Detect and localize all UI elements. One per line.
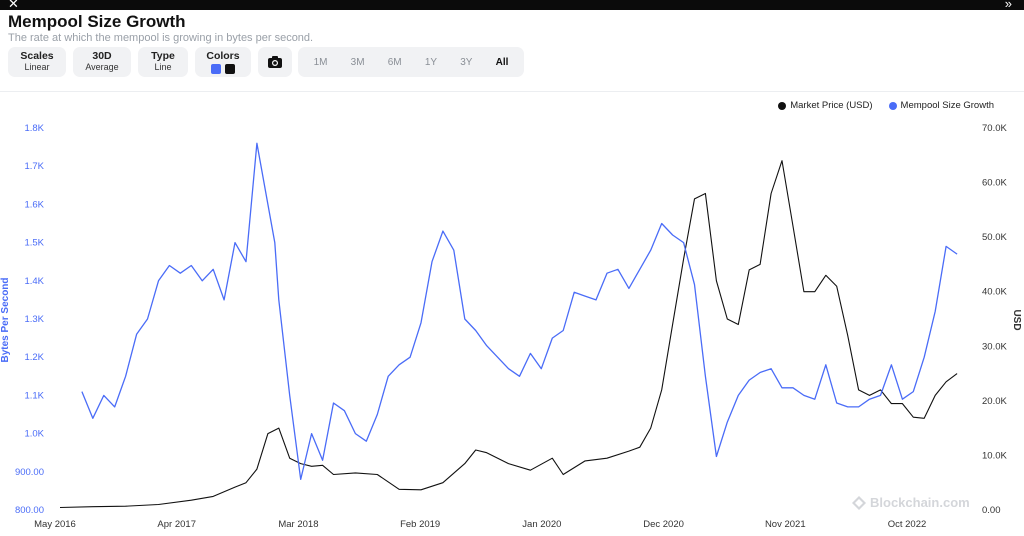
y-left-tick-label: 1.8K	[24, 123, 44, 134]
y-left-tick-label: 1.2K	[24, 352, 44, 363]
x-tick-label: Oct 2022	[888, 519, 927, 530]
y-right-tick-label: 0.00	[982, 505, 1001, 516]
blockchain-logo-icon	[852, 495, 866, 510]
x-tick-label: Jan 2020	[522, 519, 561, 530]
x-tick-label: Dec 2020	[643, 519, 684, 530]
x-tick-label: May 2016	[34, 519, 76, 530]
y-left-tick-label: 800.00	[15, 505, 44, 516]
y-axis-title-right: USD	[1011, 309, 1022, 330]
y-left-tick-label: 1.4K	[24, 276, 44, 287]
x-tick-label: Nov 2021	[765, 519, 806, 530]
y-right-tick-label: 50.0K	[982, 232, 1007, 243]
market-price-line	[59, 160, 958, 509]
y-right-tick-label: 70.0K	[982, 123, 1007, 134]
y-right-tick-label: 10.0K	[982, 450, 1007, 461]
y-left-tick-label: 1.6K	[24, 199, 44, 210]
chart: 800.00 900.00 1.0K 1.1K 1.2K 1.3K 1.4K 1.5K 1.6K…	[0, 123, 1022, 530]
y-right-tick-label: 60.0K	[982, 178, 1007, 189]
y-left-tick-label: 1.0K	[24, 429, 44, 440]
y-right-tick-label: 40.0K	[982, 287, 1007, 298]
y-axis-title-left: Bytes Per Second	[0, 277, 11, 362]
y-right-tick-label: 20.0K	[982, 396, 1007, 407]
mempool-size-growth-line	[81, 142, 958, 481]
y-right-tick-label: 30.0K	[982, 341, 1007, 352]
y-left-tick-label: 900.00	[15, 467, 44, 478]
blockchain-watermark: Blockchain.com	[852, 495, 970, 510]
x-tick-label: Mar 2018	[278, 519, 318, 530]
watermark-text: Blockchain.com	[870, 495, 970, 510]
x-tick-label: Apr 2017	[157, 519, 196, 530]
y-left-tick-label: 1.3K	[24, 314, 44, 325]
y-left-tick-label: 1.5K	[24, 238, 44, 249]
y-left-tick-label: 1.7K	[24, 161, 44, 172]
y-left-tick-label: 1.1K	[24, 390, 44, 401]
x-tick-label: Feb 2019	[400, 519, 440, 530]
